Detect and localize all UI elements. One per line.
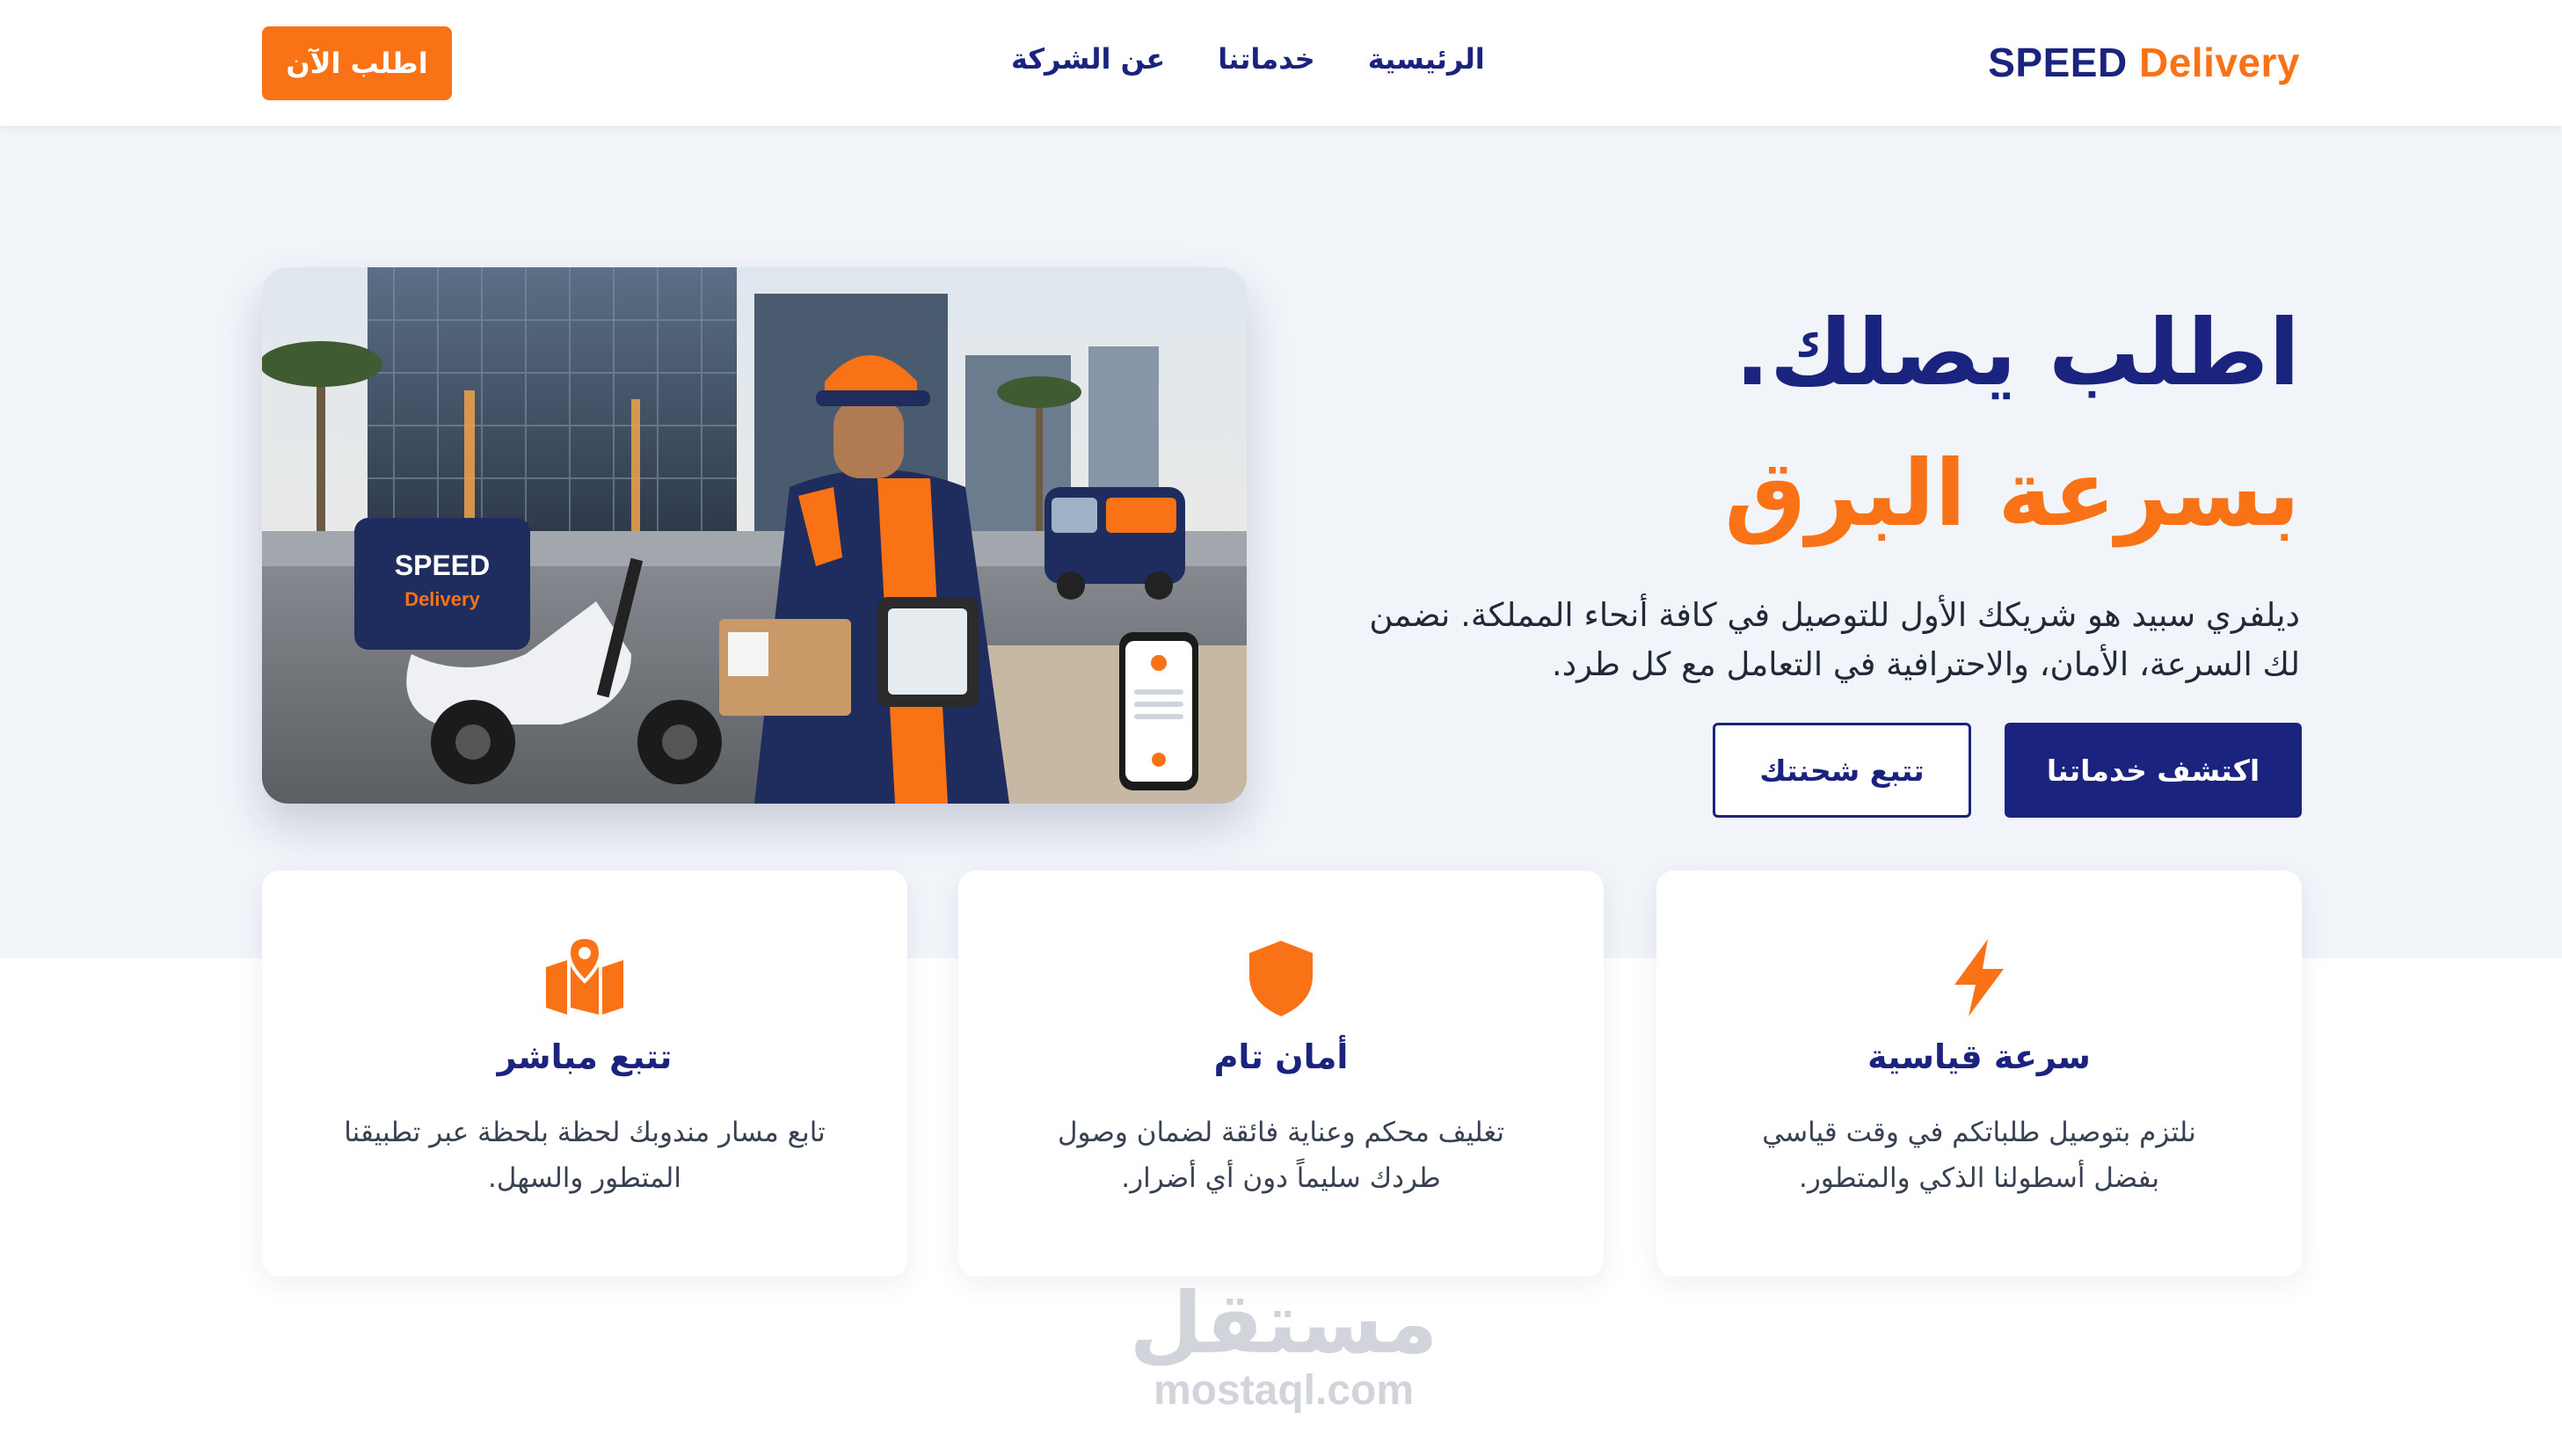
feature-title-speed: سرعة قياسية (1867, 1037, 2091, 1076)
feature-card-tracking: تتبع مباشر تابع مسار مندوبك لحظة بلحظة ع… (262, 870, 907, 1277)
hero-title-line1: اطلب يصلك. (1735, 299, 2300, 406)
watermark-arabic: مستقل (1129, 1274, 1438, 1372)
logo-part-speed: SPEED (1988, 40, 2128, 85)
nav-link-home[interactable]: الرئيسية (1368, 42, 1485, 76)
top-navbar: SPEED Delivery الرئيسية خدماتنا عن الشرك… (0, 0, 2562, 126)
nav-link-services[interactable]: خدماتنا (1218, 42, 1314, 76)
feature-title-tracking: تتبع مباشر (497, 1037, 673, 1076)
svg-text:Delivery: Delivery (404, 588, 480, 610)
lightning-icon (1935, 934, 2023, 1022)
map-pin-icon (541, 934, 629, 1022)
feature-desc-speed: نلتزم بتوصيل طلباتكم في وقت قياسي بفضل أ… (1762, 1117, 2196, 1194)
feature-card-speed: سرعة قياسية نلتزم بتوصيل طلباتكم في وقت … (1656, 870, 2302, 1277)
mostaql-watermark: مستقل mostaql.com (1125, 1275, 1442, 1415)
hero-title-line2: بسرعة البرق (1724, 440, 2300, 547)
brand-logo[interactable]: SPEED Delivery (1988, 39, 2300, 86)
courier-scooter-photo: SPEED Delivery (262, 267, 1247, 804)
feature-title-security: أمان تام (1213, 1037, 1349, 1076)
feature-desc-tracking: تابع مسار مندوبك لحظة بلحظة عبر تطبيقنا … (344, 1117, 826, 1194)
feature-card-security: أمان تام تغليف محكم وعناية فائقة لضمان و… (958, 870, 1604, 1277)
nav-link-about[interactable]: عن الشركة (1011, 42, 1165, 76)
logo-part-delivery: Delivery (2138, 40, 2300, 85)
main-nav: الرئيسية خدماتنا عن الشركة (1011, 42, 1485, 76)
watermark-latin: mostaql.com (1153, 1367, 1415, 1414)
svg-text:SPEED: SPEED (395, 550, 490, 581)
shield-icon (1237, 934, 1325, 1022)
hero-description: ديلفري سبيد هو شريكك الأول للتوصيل في كا… (1369, 596, 2300, 683)
explore-services-button[interactable]: اكتشف خدماتنا (2005, 723, 2302, 818)
order-now-button[interactable]: اطلب الآن (262, 26, 452, 100)
feature-desc-security: تغليف محكم وعناية فائقة لضمان وصول طردك … (1058, 1117, 1504, 1194)
track-shipment-button[interactable]: تتبع شحنتك (1713, 723, 1971, 818)
